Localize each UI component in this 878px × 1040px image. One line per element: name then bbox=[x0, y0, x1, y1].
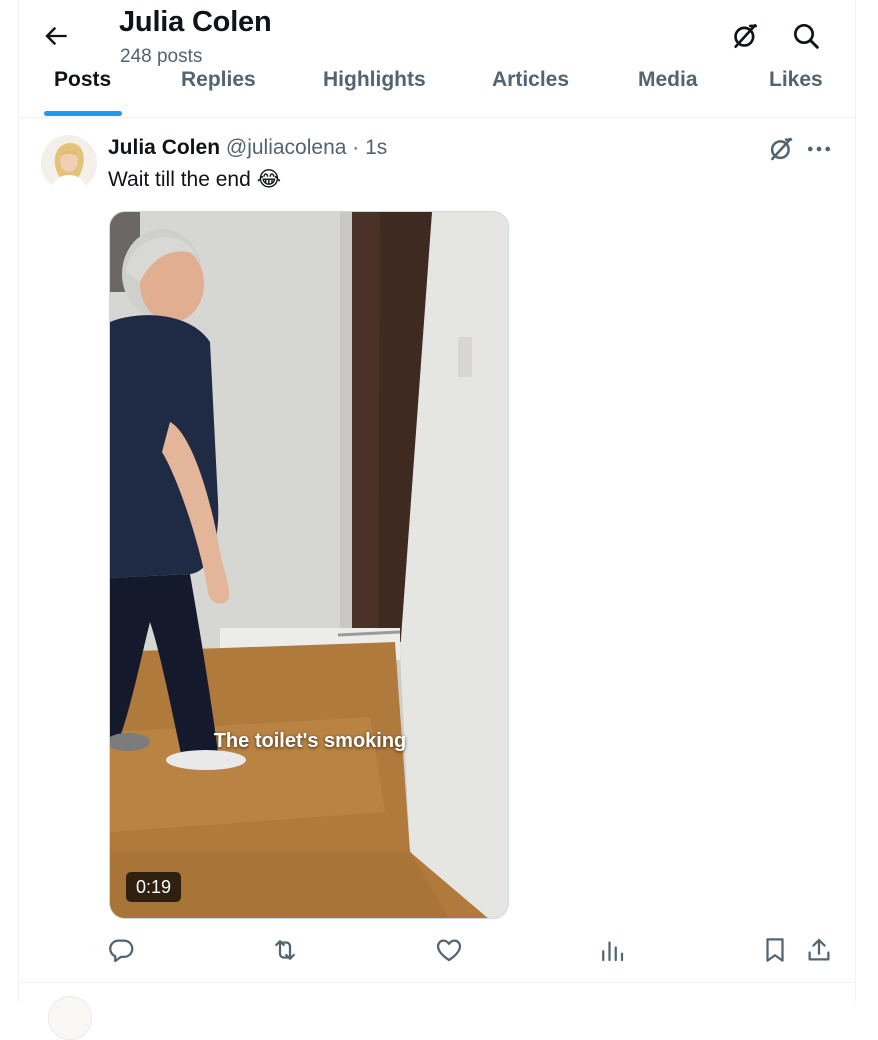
tab-replies[interactable]: Replies bbox=[181, 68, 256, 92]
post-text: Wait till the end 😂 bbox=[108, 168, 282, 191]
grok-icon bbox=[770, 137, 793, 161]
reply-button[interactable] bbox=[106, 935, 136, 965]
tab-likes[interactable]: Likes bbox=[769, 68, 823, 92]
search-icon bbox=[794, 24, 819, 49]
active-tab-indicator bbox=[44, 111, 122, 116]
views-icon bbox=[602, 941, 624, 962]
post-count: 248 posts bbox=[120, 46, 203, 67]
video-player[interactable]: The toilet's smoking 0:19 bbox=[109, 211, 509, 919]
back-button[interactable] bbox=[40, 20, 72, 52]
post-header: Julia Colen @juliacolena · 1s bbox=[108, 136, 387, 160]
avatar[interactable] bbox=[41, 135, 97, 191]
post-divider bbox=[18, 982, 856, 983]
grok-post-button[interactable] bbox=[766, 134, 796, 164]
heart-icon bbox=[436, 939, 462, 962]
share-button[interactable] bbox=[804, 935, 834, 965]
post-handle: @juliacolena · 1s bbox=[225, 136, 388, 159]
search-button[interactable] bbox=[790, 20, 822, 52]
video-caption: The toilet's smoking bbox=[213, 730, 407, 752]
tab-media[interactable]: Media bbox=[638, 68, 698, 92]
repost-icon bbox=[275, 940, 295, 960]
more-icon bbox=[807, 146, 831, 152]
video-frame bbox=[110, 212, 508, 918]
reply-icon bbox=[109, 939, 134, 963]
video-duration: 0:19 bbox=[126, 872, 182, 902]
tab-posts[interactable]: Posts bbox=[54, 68, 111, 92]
avatar-image bbox=[41, 135, 97, 191]
tab-highlights[interactable]: Highlights bbox=[323, 68, 426, 92]
tabs-divider bbox=[18, 117, 856, 118]
share-icon bbox=[808, 938, 830, 961]
grok-icon bbox=[734, 24, 757, 48]
post-author[interactable]: Julia Colen bbox=[108, 136, 220, 159]
grok-button[interactable] bbox=[729, 20, 761, 52]
like-button[interactable] bbox=[434, 935, 464, 965]
profile-name: Julia Colen bbox=[119, 6, 272, 38]
more-button[interactable] bbox=[804, 134, 834, 164]
views-button[interactable] bbox=[597, 935, 627, 965]
repost-button[interactable] bbox=[270, 935, 300, 965]
bookmark-icon bbox=[766, 938, 784, 962]
tab-articles[interactable]: Articles bbox=[492, 68, 569, 92]
arrow-left-icon bbox=[45, 26, 67, 46]
bookmark-button[interactable] bbox=[760, 935, 790, 965]
next-post-avatar[interactable] bbox=[48, 996, 92, 1040]
